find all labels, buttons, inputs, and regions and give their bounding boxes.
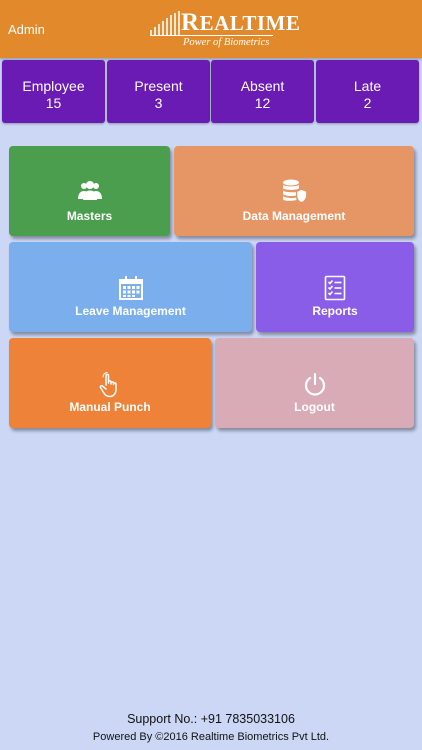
reports-button[interactable]: Reports: [256, 242, 414, 332]
stat-present[interactable]: Present 3: [107, 60, 210, 123]
realtime-logo: REALTIME Power of Biometrics: [149, 8, 300, 50]
app-header: Admin REALTIME Power of Biometrics: [0, 0, 422, 58]
checklist-icon: [324, 275, 346, 301]
tile-label: Leave Management: [75, 304, 186, 318]
stat-value: 3: [154, 95, 163, 111]
user-label: Admin: [8, 22, 45, 37]
tile-label: Data Management: [242, 209, 346, 223]
tile-label: Manual Punch: [69, 400, 151, 414]
logout-button[interactable]: Logout: [215, 338, 414, 428]
tile-label: Reports: [312, 304, 358, 318]
support-number: Support No.: +91 7835033106: [127, 712, 295, 726]
stat-label: Absent: [240, 78, 285, 94]
tile-label: Logout: [294, 400, 335, 414]
data-management-button[interactable]: Data Management: [174, 146, 414, 236]
database-shield-icon: [283, 179, 307, 203]
stat-value: 12: [254, 95, 271, 111]
stat-late[interactable]: Late 2: [316, 60, 419, 123]
power-icon: [304, 372, 325, 396]
hand-pointer-icon: [99, 372, 117, 398]
stat-label: Late: [353, 78, 382, 94]
powered-by: Powered By ©2016 Realtime Biometrics Pvt…: [92, 731, 330, 743]
calendar-icon: [118, 276, 143, 300]
logo-wordmark: REALTIME: [181, 9, 301, 36]
stat-label: Present: [134, 78, 183, 94]
stat-label: Employee: [22, 78, 85, 94]
masters-button[interactable]: Masters: [9, 146, 170, 236]
attendance-summary: Employee 15 Present 3 Absent 12 Late 2: [2, 60, 420, 124]
logo-bars-icon: [150, 11, 180, 36]
users-icon: [77, 181, 102, 200]
stat-value: 15: [45, 95, 62, 111]
stat-absent[interactable]: Absent 12: [211, 60, 314, 123]
logo-tagline: Power of Biometrics: [183, 37, 270, 48]
logo-rule: [151, 35, 273, 36]
tile-label: Masters: [66, 209, 113, 223]
stat-employee[interactable]: Employee 15: [2, 60, 105, 123]
leave-management-button[interactable]: Leave Management: [9, 242, 252, 332]
stat-value: 2: [363, 95, 372, 111]
manual-punch-button[interactable]: Manual Punch: [9, 338, 211, 428]
